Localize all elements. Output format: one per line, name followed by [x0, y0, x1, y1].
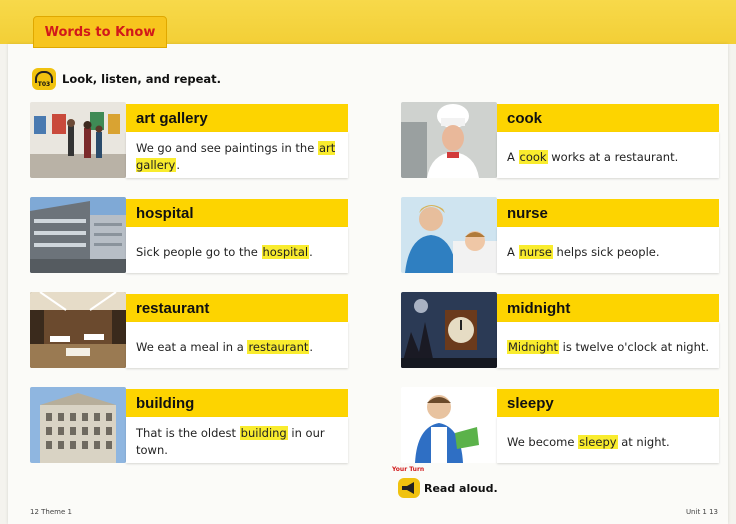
clock-photo [401, 292, 497, 368]
textbook-page: Words to Know T03 Look, listen, and repe… [0, 0, 736, 524]
example-sentence: A nurse helps sick people. [497, 227, 719, 273]
highlighted-word: hospital [261, 244, 310, 259]
word-label: art gallery [126, 104, 348, 132]
highlighted-word: cook [518, 149, 548, 164]
instruction-text: Look, listen, and repeat. [62, 72, 222, 86]
word-card: midnight Midnight is twelve o'clock at n… [401, 292, 719, 368]
read-aloud-label: Read aloud. [424, 481, 498, 495]
sleepy-boy-photo [401, 387, 497, 463]
chef-photo [401, 102, 497, 178]
word-label: midnight [497, 294, 719, 322]
word-card: hospital Sick people go to the hospital. [30, 197, 348, 273]
headphones-icon[interactable]: T03 [32, 68, 56, 90]
word-card: building That is the oldest building in … [30, 387, 348, 463]
read-aloud: Your Turn Read aloud. [392, 466, 498, 498]
example-sentence: A cook works at a restaurant. [497, 132, 719, 178]
example-sentence: Midnight is twelve o'clock at night. [497, 322, 719, 368]
example-sentence: Sick people go to the hospital. [126, 227, 348, 273]
nurse-photo [401, 197, 497, 273]
example-sentence: That is the oldest building in our town. [126, 417, 348, 463]
building-photo [30, 387, 126, 463]
word-label: nurse [497, 199, 719, 227]
word-card: art gallery We go and see paintings in t… [30, 102, 348, 178]
right-page-number: Unit 1 13 [685, 508, 718, 516]
word-card: cook A cook works at a restaurant. [401, 102, 719, 178]
megaphone-icon[interactable] [398, 478, 420, 498]
section-tab: Words to Know [33, 16, 167, 48]
highlighted-word: nurse [518, 244, 553, 259]
track-number: T03 [37, 81, 51, 88]
word-card: restaurant We eat a meal in a restaurant… [30, 292, 348, 368]
restaurant-photo [30, 292, 126, 368]
instruction: T03 Look, listen, and repeat. [32, 68, 221, 90]
hospital-photo [30, 197, 126, 273]
example-sentence: We go and see paintings in the art galle… [126, 132, 348, 178]
example-sentence: We become sleepy at night. [497, 417, 719, 463]
word-label: building [126, 389, 348, 417]
word-label: hospital [126, 199, 348, 227]
word-card: nurse A nurse helps sick people. [401, 197, 719, 273]
word-label: cook [497, 104, 719, 132]
highlighted-word: sleepy [578, 434, 618, 449]
word-label: sleepy [497, 389, 719, 417]
highlighted-word: restaurant [247, 339, 310, 354]
highlighted-word: building [239, 426, 288, 440]
gallery-photo [30, 102, 126, 178]
example-sentence: We eat a meal in a restaurant. [126, 322, 348, 368]
your-turn-label: Your Turn [392, 466, 425, 473]
word-card: sleepy We become sleepy at night. [401, 387, 719, 463]
word-label: restaurant [126, 294, 348, 322]
highlighted-word: Midnight [507, 339, 559, 354]
left-page-number: 12 Theme 1 [30, 508, 72, 516]
